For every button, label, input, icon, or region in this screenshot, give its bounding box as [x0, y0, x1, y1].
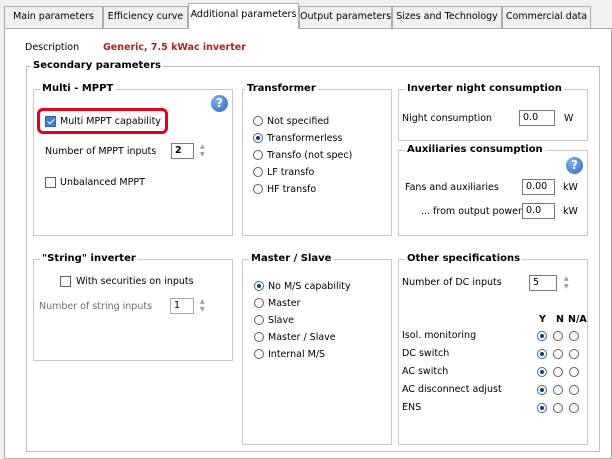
transformer-option-transformerless-label: Transformerless — [267, 133, 343, 144]
fans-auxiliaries-unit: kW — [563, 182, 578, 193]
tab-efficiency-curve[interactable]: Efficiency curve — [103, 6, 188, 28]
string-inverter-title: "String" inverter — [40, 253, 138, 265]
ms-option-none-label: No M/S capability — [268, 281, 351, 292]
fans-auxiliaries-field[interactable]: 0.00 — [522, 179, 555, 195]
transformer-option-not-specified-radio[interactable] — [253, 116, 263, 126]
transformer-option-transformerless-radio[interactable] — [253, 133, 263, 143]
ms-option-slave-radio[interactable] — [254, 315, 264, 325]
col-header-y: Y — [539, 314, 546, 325]
night-consumption-title: Inverter night consumption — [405, 83, 564, 95]
description-value: Generic, 7.5 kWac inverter — [103, 42, 246, 53]
string-inputs-spinner[interactable]: ▲ ▼ — [198, 297, 210, 315]
ac-disconnect-adjust-label: AC disconnect adjust — [402, 384, 502, 395]
master-slave-title: Master / Slave — [249, 253, 334, 265]
fans-auxiliaries-label: Fans and auxiliaries — [405, 182, 499, 193]
from-output-power-unit: kW — [563, 206, 578, 217]
ac-switch-label: AC switch — [402, 366, 449, 377]
ac-disconnect-adjust-na-radio[interactable] — [569, 385, 579, 395]
col-header-n: N — [556, 314, 564, 325]
unbalanced-mppt-label: Unbalanced MPPT — [60, 177, 145, 188]
tab-bar: Main parameters Efficiency curve Additio… — [0, 0, 612, 29]
auxiliaries-consumption-title: Auxiliaries consumption — [405, 144, 545, 156]
string-inputs-field[interactable]: 1 — [170, 298, 194, 314]
transformer-option-hf-transfo-label: HF transfo — [267, 184, 317, 195]
other-specifications-group: Other specifications Number of DC inputs… — [398, 253, 588, 445]
dc-switch-n-radio[interactable] — [553, 349, 563, 359]
tab-output-parameters[interactable]: Output parameters — [299, 6, 392, 28]
ms-option-none-radio[interactable] — [254, 281, 264, 291]
string-inverter-group: "String" inverter With securities on inp… — [33, 253, 233, 361]
mppt-inputs-label: Number of MPPT inputs — [45, 146, 157, 157]
from-output-power-field[interactable]: 0.0 — [522, 203, 555, 219]
transformer-option-not-specified-label: Not specified — [267, 116, 330, 127]
multi-mppt-title: Multi - MPPT — [40, 83, 116, 95]
ac-switch-n-radio[interactable] — [553, 367, 563, 377]
help-icon[interactable]: ? — [566, 157, 583, 174]
multi-mppt-group: Multi - MPPT ? Multi MPPT capability Num… — [33, 83, 233, 236]
master-slave-group: Master / Slave No M/S capability Master … — [242, 253, 392, 445]
night-consumption-field[interactable]: 0.0 — [519, 110, 555, 126]
multi-mppt-capability-label: Multi MPPT capability — [60, 116, 161, 127]
ms-option-master-radio[interactable] — [254, 298, 264, 308]
transformer-option-transfo-not-spec-radio[interactable] — [253, 150, 263, 160]
night-consumption-unit: W — [564, 113, 574, 124]
securities-on-inputs-checkbox[interactable] — [60, 276, 71, 287]
ms-option-master-label: Master — [268, 298, 301, 309]
ac-disconnect-adjust-y-radio[interactable] — [537, 385, 547, 395]
ens-na-radio[interactable] — [569, 403, 579, 413]
transformer-option-lf-transfo-radio[interactable] — [253, 167, 263, 177]
auxiliaries-consumption-group: Auxiliaries consumption ? Fans and auxil… — [398, 144, 588, 236]
secondary-parameters-title: Secondary parameters — [31, 60, 163, 72]
tab-additional-parameters[interactable]: Additional parameters — [188, 3, 299, 29]
isol-monitoring-y-radio[interactable] — [537, 331, 547, 341]
ms-option-internal-label: Internal M/S — [268, 349, 326, 360]
ms-option-internal-radio[interactable] — [254, 349, 264, 359]
ms-option-master-slave-label: Master / Slave — [268, 332, 336, 343]
dc-inputs-label: Number of DC inputs — [402, 277, 502, 288]
tab-main-parameters[interactable]: Main parameters — [4, 6, 103, 28]
securities-on-inputs-label: With securities on inputs — [76, 276, 194, 287]
dc-switch-label: DC switch — [402, 348, 450, 359]
ens-label: ENS — [402, 402, 422, 413]
ac-disconnect-adjust-n-radio[interactable] — [553, 385, 563, 395]
from-output-power-label: ... from output power — [421, 206, 522, 217]
dc-inputs-field[interactable]: 5 — [529, 275, 557, 291]
isol-monitoring-n-radio[interactable] — [553, 331, 563, 341]
col-header-na: N/A — [568, 314, 587, 325]
ens-n-radio[interactable] — [553, 403, 563, 413]
description-label: Description — [25, 42, 80, 53]
ms-option-master-slave-radio[interactable] — [254, 332, 264, 342]
ac-switch-na-radio[interactable] — [569, 367, 579, 377]
isol-monitoring-na-radio[interactable] — [569, 331, 579, 341]
ac-switch-y-radio[interactable] — [537, 367, 547, 377]
multi-mppt-capability-checkbox[interactable] — [45, 116, 56, 127]
ms-option-slave-label: Slave — [268, 315, 294, 326]
other-specifications-title: Other specifications — [405, 253, 523, 265]
unbalanced-mppt-checkbox[interactable] — [45, 177, 56, 188]
isol-monitoring-label: Isol. monitoring — [402, 330, 477, 341]
night-consumption-label: Night consumption — [402, 113, 493, 124]
help-icon[interactable]: ? — [211, 95, 228, 112]
transformer-option-transfo-not-spec-label: Transfo (not spec) — [267, 150, 353, 161]
string-inputs-label: Number of string inputs — [39, 301, 153, 312]
tab-commercial-data[interactable]: Commercial data — [502, 6, 591, 28]
tab-sizes-and-technology[interactable]: Sizes and Technology — [392, 6, 502, 28]
ens-y-radio[interactable] — [537, 403, 547, 413]
dc-inputs-spinner[interactable]: ▲ ▼ — [562, 274, 574, 292]
dc-switch-na-radio[interactable] — [569, 349, 579, 359]
night-consumption-group: Inverter night consumption Night consump… — [398, 83, 588, 141]
dc-switch-y-radio[interactable] — [537, 349, 547, 359]
transformer-title: Transformer — [245, 83, 318, 95]
tab-content-panel: Description Generic, 7.5 kWac inverter S… — [4, 28, 612, 459]
transformer-option-hf-transfo-radio[interactable] — [253, 184, 263, 194]
mppt-inputs-spinner[interactable]: ▲ ▼ — [198, 142, 210, 160]
mppt-inputs-field[interactable]: 2 — [171, 143, 194, 159]
transformer-option-lf-transfo-label: LF transfo — [267, 167, 315, 178]
transformer-group: Transformer Not specified Transformerles… — [242, 83, 392, 236]
